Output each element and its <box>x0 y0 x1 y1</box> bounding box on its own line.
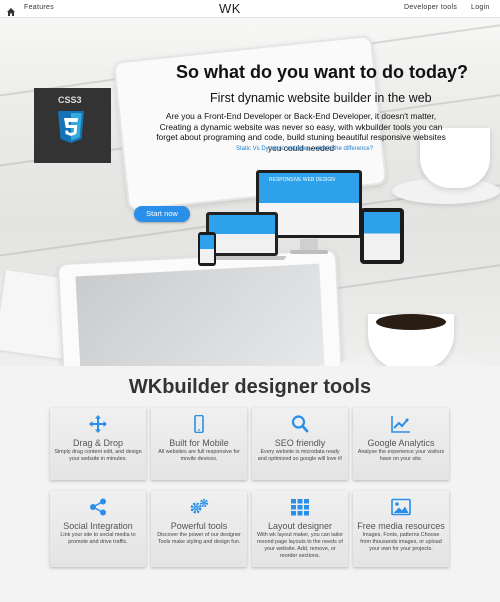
grid-layout-icon <box>290 498 310 516</box>
gears-icon <box>189 498 209 516</box>
css3-shield-icon <box>57 110 85 144</box>
tool-card-google-analytics[interactable]: Google Analytics Analyse the experience … <box>353 408 449 480</box>
search-icon <box>290 415 310 433</box>
css3-badge: CSS3 <box>34 88 111 163</box>
line-chart-icon <box>391 415 411 433</box>
nav-features-link[interactable]: Features <box>24 4 54 11</box>
tool-card-title: Drag & Drop <box>72 438 124 448</box>
top-navbar: Features WK Developer tools Login <box>0 0 500 18</box>
static-vs-dynamic-link[interactable]: Static Vs Dynamic websites - what's the … <box>236 146 373 152</box>
tool-card-description: With wk layout maker, you can tailor res… <box>257 532 343 559</box>
tool-card-description: Every website is microdata ready and opt… <box>257 449 343 462</box>
monitor-base <box>290 250 328 254</box>
tool-card-seo-friendly[interactable]: SEO friendly Every website is microdata … <box>252 408 348 480</box>
image-icon <box>391 498 411 516</box>
nav-developer-tools-link[interactable]: Developer tools <box>404 4 457 11</box>
tool-card-title: Free media resources <box>357 521 445 531</box>
hero-section: CSS3 So what do you want to do today? Fi… <box>0 18 500 366</box>
tool-card-powerful-tools[interactable]: Powerful tools Discover the power of our… <box>151 491 247 567</box>
nav-login-link[interactable]: Login <box>471 4 490 11</box>
tool-card-title: Layout designer <box>267 521 333 531</box>
background-tablet-image <box>56 248 344 366</box>
tool-card-layout-designer[interactable]: Layout designer With wk layout maker, yo… <box>252 491 348 567</box>
tool-card-title: Social Integration <box>63 521 133 531</box>
phone-device-image <box>198 232 216 266</box>
start-now-button[interactable]: Start now <box>134 206 190 222</box>
brand-logo[interactable]: WK <box>219 1 241 16</box>
mobile-icon <box>189 414 209 434</box>
tool-card-title: SEO friendly <box>274 438 326 448</box>
tool-card-description: Simply drag content edit, and design you… <box>54 449 142 462</box>
background-coffee-image <box>376 314 446 330</box>
hero-subtitle: First dynamic website builder in the web <box>210 91 432 105</box>
css3-badge-label: CSS3 <box>58 95 82 105</box>
home-icon[interactable] <box>6 4 16 16</box>
tool-card-title: Built for Mobile <box>169 438 229 448</box>
monitor-screen-text: RESPONSIVE WEB DESIGN <box>269 177 335 183</box>
laptop-image <box>206 212 278 256</box>
tool-card-built-for-mobile[interactable]: Built for Mobile All websites are full r… <box>151 408 247 480</box>
move-arrows-icon <box>88 415 108 433</box>
tool-card-free-media-resources[interactable]: Free media resources Images, Fonts, patt… <box>353 491 449 567</box>
tool-card-description: Discover the power of our designer Tools… <box>157 532 241 545</box>
tools-section-title: WKbuilder designer tools <box>128 376 372 398</box>
tool-card-description: Analyse the experience your visitors hav… <box>357 449 445 462</box>
tool-card-description: All websites are full responsive for mov… <box>158 449 240 462</box>
tool-card-description: Images, Fonts, patterns Choose from thou… <box>360 532 442 552</box>
tablet-device-image <box>360 208 404 264</box>
tool-card-description: Link your site to social media to promot… <box>60 532 136 545</box>
tool-card-social-integration[interactable]: Social Integration Link your site to soc… <box>50 491 146 567</box>
hero-title: So what do you want to do today? <box>176 62 468 82</box>
share-icon <box>88 498 108 516</box>
tool-card-title: Powerful tools <box>170 521 228 531</box>
tool-card-drag-drop[interactable]: Drag & Drop Simply drag content edit, an… <box>50 408 146 480</box>
tool-card-title: Google Analytics <box>367 438 435 448</box>
